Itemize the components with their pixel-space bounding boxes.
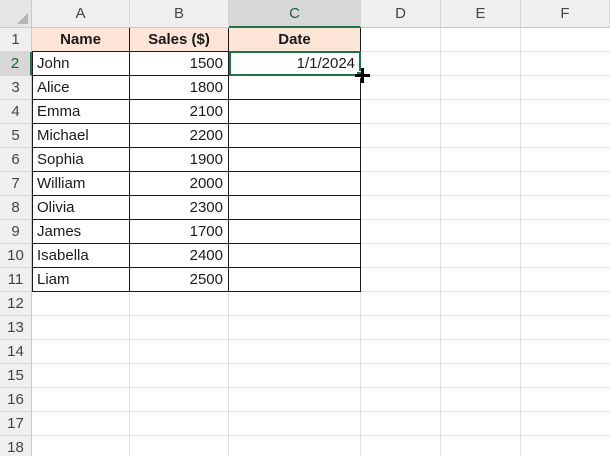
row-header-5[interactable]: 5: [0, 124, 32, 148]
row-header-15[interactable]: 15: [0, 364, 32, 388]
header-cell-sales[interactable]: Sales ($): [130, 28, 229, 52]
gridline-vertical: [440, 28, 441, 456]
spreadsheet-grid: A B C D E F 1 2 3 4 5 6 7 8 9 10 11 12 13 14 15 16 17 18 …: [0, 0, 610, 456]
cell-date[interactable]: 1/1/2024: [229, 52, 361, 76]
cell-sales[interactable]: 2400: [130, 244, 229, 268]
row-header-3[interactable]: 3: [0, 76, 32, 100]
gridline-horizontal: [32, 387, 610, 388]
cell-sales[interactable]: 1800: [130, 76, 229, 100]
column-header-d[interactable]: D: [361, 0, 441, 28]
cell-date[interactable]: [229, 220, 361, 244]
gridline-horizontal: [32, 315, 610, 316]
cell-name[interactable]: John: [32, 52, 130, 76]
column-header-e[interactable]: E: [441, 0, 521, 28]
cell-sales[interactable]: 2100: [130, 100, 229, 124]
cell-date[interactable]: [229, 268, 361, 292]
header-cell-date[interactable]: Date: [229, 28, 361, 52]
cell-name[interactable]: Michael: [32, 124, 130, 148]
cell-sales[interactable]: 2500: [130, 268, 229, 292]
gridline-horizontal: [32, 339, 610, 340]
select-all-triangle-icon: [17, 13, 28, 24]
row-header-1[interactable]: 1: [0, 28, 32, 52]
row-header-11[interactable]: 11: [0, 268, 32, 292]
row-header-7[interactable]: 7: [0, 172, 32, 196]
column-header-c[interactable]: C: [229, 0, 361, 28]
column-header-a[interactable]: A: [32, 0, 130, 28]
cell-name[interactable]: William: [32, 172, 130, 196]
select-all-corner[interactable]: [0, 0, 32, 28]
header-cell-name[interactable]: Name: [32, 28, 130, 52]
row-header-12[interactable]: 12: [0, 292, 32, 316]
column-header-b[interactable]: B: [130, 0, 229, 28]
cell-name[interactable]: Isabella: [32, 244, 130, 268]
row-header-8[interactable]: 8: [0, 196, 32, 220]
cell-sales[interactable]: 2200: [130, 124, 229, 148]
column-header-f[interactable]: F: [521, 0, 610, 28]
cell-name[interactable]: Liam: [32, 268, 130, 292]
cell-sales[interactable]: 2000: [130, 172, 229, 196]
cell-name[interactable]: Emma: [32, 100, 130, 124]
row-header-14[interactable]: 14: [0, 340, 32, 364]
cell-date[interactable]: [229, 124, 361, 148]
cell-date[interactable]: [229, 100, 361, 124]
row-header-18[interactable]: 18: [0, 436, 32, 456]
cell-date[interactable]: [229, 76, 361, 100]
cell-sales[interactable]: 1900: [130, 148, 229, 172]
cell-name[interactable]: James: [32, 220, 130, 244]
cell-date[interactable]: [229, 172, 361, 196]
cell-sales[interactable]: 2300: [130, 196, 229, 220]
cell-sales[interactable]: 1500: [130, 52, 229, 76]
row-header-9[interactable]: 9: [0, 220, 32, 244]
gridline-vertical: [520, 28, 521, 456]
fill-crosshair-cursor-icon: [355, 68, 370, 83]
gridline-horizontal: [32, 435, 610, 436]
cell-date[interactable]: [229, 244, 361, 268]
cell-date[interactable]: [229, 148, 361, 172]
row-header-6[interactable]: 6: [0, 148, 32, 172]
row-header-17[interactable]: 17: [0, 412, 32, 436]
gridline-horizontal: [32, 411, 610, 412]
row-header-16[interactable]: 16: [0, 388, 32, 412]
row-header-13[interactable]: 13: [0, 316, 32, 340]
row-header-4[interactable]: 4: [0, 100, 32, 124]
cell-date[interactable]: [229, 196, 361, 220]
cell-sales[interactable]: 1700: [130, 220, 229, 244]
gridline-horizontal: [32, 363, 610, 364]
row-header-10[interactable]: 10: [0, 244, 32, 268]
row-header-2[interactable]: 2: [0, 52, 32, 76]
cell-name[interactable]: Olivia: [32, 196, 130, 220]
cell-name[interactable]: Alice: [32, 76, 130, 100]
cell-name[interactable]: Sophia: [32, 148, 130, 172]
